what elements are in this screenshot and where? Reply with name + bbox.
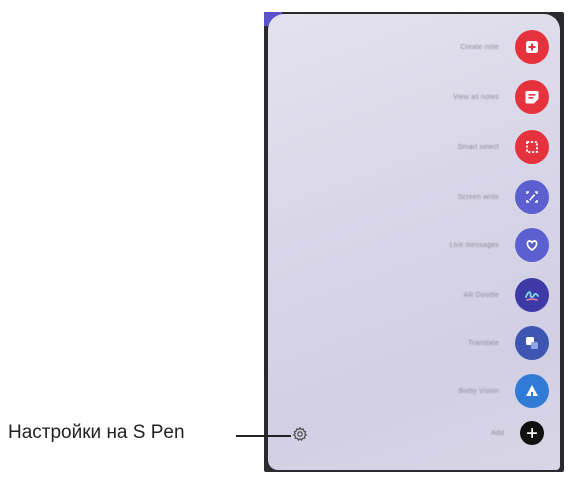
panel-item-screen-write[interactable]: Screen write [458, 180, 549, 214]
create-note-icon [515, 30, 549, 64]
ar-doodle-icon [515, 278, 549, 312]
s-pen-settings-callout: Настройки на S Pen [8, 422, 185, 443]
panel-item-bixby-vision[interactable]: Bixby Vision [459, 374, 549, 408]
live-messages-icon [515, 228, 549, 262]
panel-item-add[interactable]: Add [491, 420, 549, 446]
view-notes-icon [515, 80, 549, 114]
add-icon [520, 421, 544, 445]
panel-item-live-messages[interactable]: Live messages [450, 228, 549, 262]
panel-item-label: Create note [460, 43, 499, 51]
translate-icon [515, 326, 549, 360]
panel-item-translate[interactable]: Translate [468, 326, 549, 360]
screen-write-icon [515, 180, 549, 214]
panel-item-label: Screen write [457, 193, 499, 201]
panel-item-label: Live messages [449, 241, 499, 249]
panel-item-smart-select[interactable]: Smart select [458, 130, 549, 164]
panel-item-label: Add [490, 429, 504, 437]
panel-item-label: AR Doodle [463, 291, 499, 299]
panel-item-ar-doodle[interactable]: AR Doodle [463, 278, 549, 312]
panel-item-label: Smart select [457, 143, 499, 151]
panel-item-view-notes[interactable]: View all notes [453, 80, 549, 114]
stage: Create note View all notes Smart select … [0, 0, 571, 479]
gear-icon [292, 426, 308, 447]
bixby-vision-icon [515, 374, 549, 408]
panel-item-label: Bixby Vision [458, 387, 499, 395]
s-pen-settings-button[interactable] [291, 426, 309, 447]
panel-item-label: View all notes [453, 93, 499, 101]
panel-item-label: Translate [468, 339, 499, 347]
callout-leader-line [236, 435, 291, 437]
smart-select-icon [515, 130, 549, 164]
panel-item-create-note[interactable]: Create note [460, 30, 549, 64]
